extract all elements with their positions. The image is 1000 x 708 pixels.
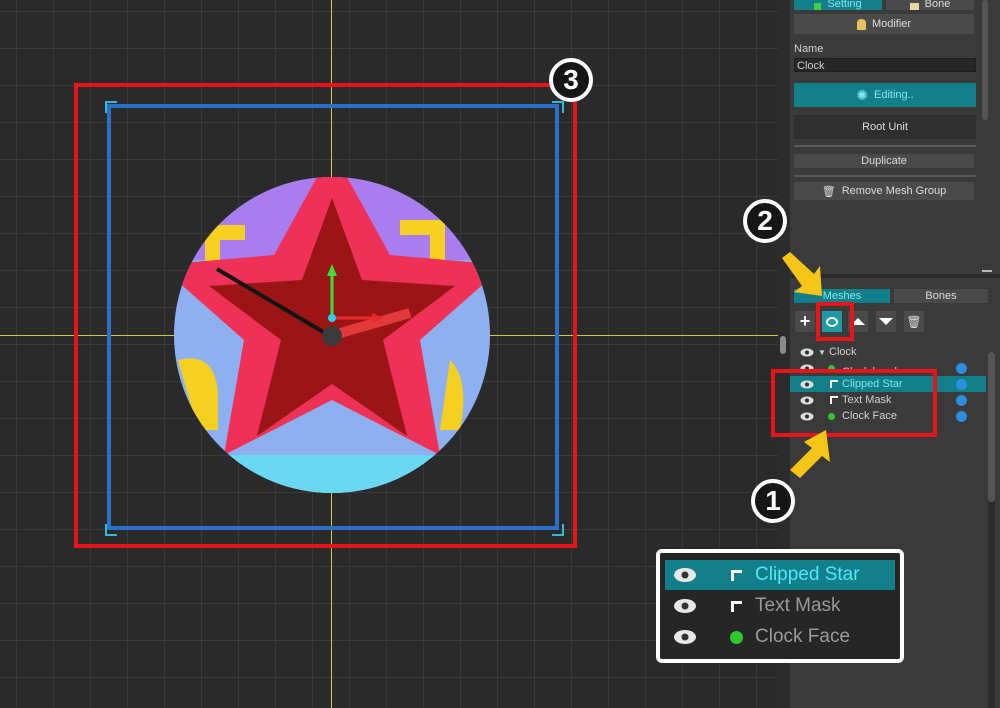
plus-icon: + — [799, 311, 811, 331]
scrollbar-thumb[interactable] — [780, 336, 786, 354]
clip-icon — [731, 600, 742, 612]
step-badge-2: 2 — [743, 199, 787, 243]
link-icon[interactable] — [956, 394, 967, 406]
link-icon[interactable] — [956, 378, 967, 390]
bone-icon — [909, 3, 919, 10]
tree-root-label: Clock — [829, 346, 857, 358]
add-button[interactable]: + — [795, 311, 815, 332]
eye-icon — [674, 599, 696, 613]
arrow-annotation-1 — [790, 430, 830, 478]
highlight-box-button — [816, 302, 854, 341]
eye-icon[interactable] — [800, 348, 814, 357]
tree-scrollbar-thumb[interactable] — [988, 352, 995, 502]
eye-icon — [674, 630, 696, 644]
bound-corner-br — [552, 524, 564, 536]
tab-setting-label: Setting — [827, 0, 862, 10]
remove-label: Remove Mesh Group — [841, 185, 947, 197]
arrow-annotation-2 — [782, 252, 822, 296]
link-icon[interactable] — [956, 410, 967, 422]
tab-setting[interactable]: Setting — [794, 0, 882, 10]
eye-icon — [674, 568, 696, 582]
modifier-icon — [856, 18, 866, 30]
panel-scrollbar-thumb[interactable] — [982, 0, 988, 120]
delete-button[interactable]: 🗑 — [904, 311, 924, 332]
trash-icon: 🗑 — [906, 314, 922, 329]
root-unit-button[interactable]: Root Unit — [794, 115, 976, 139]
setting-icon — [814, 3, 822, 10]
tree-scrollbar[interactable] — [988, 352, 995, 708]
expand-arrow-icon[interactable]: ▼ — [818, 348, 826, 357]
modifier-label: Modifier — [871, 18, 912, 30]
green-mesh-icon — [730, 630, 743, 644]
tree-root-row[interactable]: ▼ Clock — [790, 344, 986, 360]
arrow-down-icon — [879, 318, 893, 325]
zoom-row-label: Clock Face — [755, 626, 851, 647]
step-badge-1: 1 — [751, 479, 795, 523]
move-down-button[interactable] — [876, 311, 896, 332]
bound-corner-bl — [105, 524, 117, 536]
zoom-row: Text Mask — [665, 591, 895, 621]
zoom-row-label: Clipped Star — [755, 564, 860, 585]
editing-button[interactable]: ✺ Editing.. — [794, 83, 976, 107]
tab-bone-label: Bone — [924, 0, 951, 10]
editing-label: Editing.. — [873, 89, 914, 101]
zoom-row: Clock Face — [665, 622, 895, 652]
tab-bone[interactable]: Bone — [886, 0, 974, 10]
collapse-icon[interactable] — [982, 270, 992, 272]
bound-corner-tr — [552, 101, 564, 113]
name-field[interactable]: Clock — [794, 58, 976, 72]
selection-bounds-blue — [107, 104, 559, 530]
remove-mesh-group-button[interactable]: 🗑 Remove Mesh Group — [794, 182, 974, 200]
divider — [794, 145, 976, 147]
tab-bones[interactable]: Bones — [894, 289, 988, 303]
bound-corner-tl — [105, 101, 117, 113]
zoom-row-label: Text Mask — [755, 595, 841, 616]
clip-icon — [731, 569, 742, 581]
trash-icon: 🗑 — [821, 185, 836, 198]
name-label: Name — [794, 43, 824, 55]
zoom-callout: Clipped Star Text Mask Clock Face — [656, 549, 904, 663]
link-icon[interactable] — [956, 362, 967, 374]
mesh-edit-icon: ✺ — [856, 86, 868, 103]
divider — [794, 175, 976, 177]
zoom-row-selected: Clipped Star — [665, 560, 895, 590]
modifier-button[interactable]: Modifier — [794, 14, 974, 34]
duplicate-button[interactable]: Duplicate — [794, 154, 974, 168]
step-badge-3: 3 — [549, 58, 593, 102]
